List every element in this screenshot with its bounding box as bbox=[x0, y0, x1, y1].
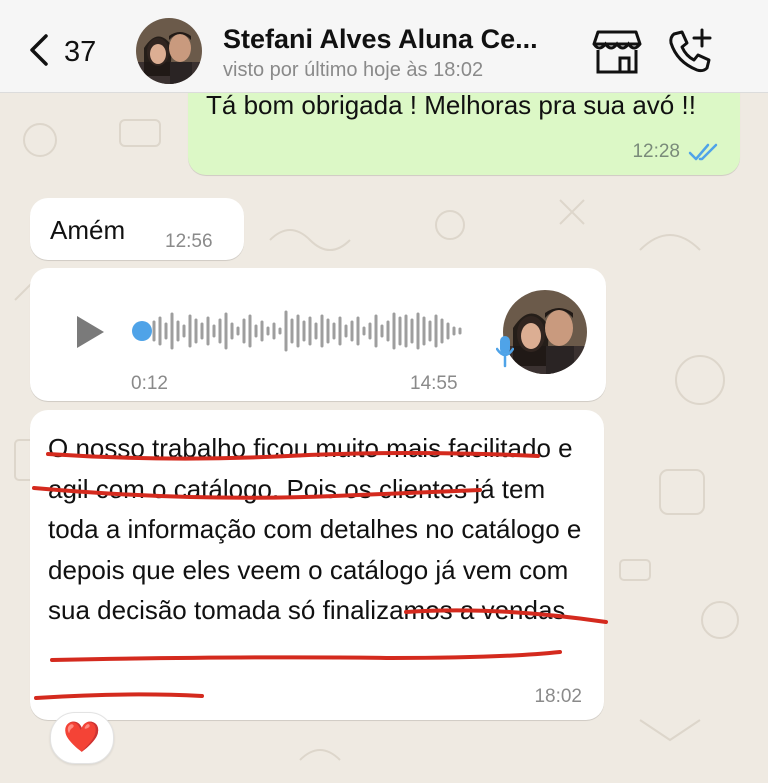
add-call-icon[interactable] bbox=[664, 26, 714, 76]
heart-reaction-icon[interactable]: ❤️ bbox=[50, 712, 114, 764]
store-catalog-icon[interactable] bbox=[592, 28, 642, 74]
chat-header: 37 Stefani Alves Aluna Ce... visto por ú… bbox=[0, 0, 768, 93]
contact-name[interactable]: Stefani Alves Aluna Ce... bbox=[223, 24, 538, 55]
play-icon[interactable] bbox=[74, 314, 106, 350]
back-chevron-icon[interactable] bbox=[22, 30, 62, 70]
message-time: 18:02 bbox=[534, 686, 582, 707]
contact-avatar[interactable] bbox=[136, 18, 202, 84]
incoming-message-long[interactable]: O nosso trabalho ficou muito mais facili… bbox=[30, 410, 604, 720]
message-time: 12:56 bbox=[165, 231, 213, 252]
voice-duration: 0:12 bbox=[131, 373, 168, 394]
read-ticks-icon bbox=[688, 143, 718, 161]
unread-count[interactable]: 37 bbox=[64, 36, 96, 69]
outgoing-message-time: 12:28 bbox=[632, 141, 680, 162]
message-text: Amém bbox=[50, 215, 126, 245]
last-seen-status: visto por último hoje às 18:02 bbox=[223, 59, 484, 81]
voice-message[interactable]: 0:12 14:55 bbox=[30, 268, 606, 401]
voice-message-time: 14:55 bbox=[410, 373, 458, 394]
message-text: O nosso trabalho ficou muito mais facili… bbox=[48, 433, 582, 625]
audio-waveform[interactable] bbox=[130, 308, 470, 354]
sender-avatar bbox=[503, 290, 587, 374]
incoming-message-amen[interactable]: Amém 12:56 bbox=[30, 198, 244, 260]
microphone-icon bbox=[496, 336, 514, 368]
